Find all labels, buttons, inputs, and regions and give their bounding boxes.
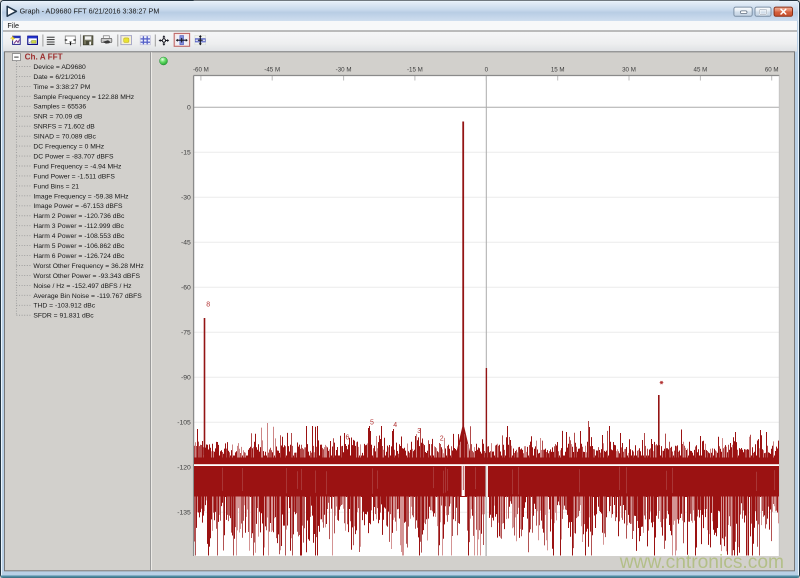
svg-text:Fund Power = -1.511 dBFS: Fund Power = -1.511 dBFS [33,173,115,180]
svg-text:30 M: 30 M [622,67,636,74]
svg-text:0: 0 [187,105,191,112]
svg-text:5: 5 [370,420,374,427]
svg-text:-60: -60 [181,285,191,292]
svg-text:Image Frequency = -59.38 MHz: Image Frequency = -59.38 MHz [33,193,129,200]
svg-text:Time = 3:38:27 PM: Time = 3:38:27 PM [33,84,90,91]
svg-text:8: 8 [206,302,210,309]
svg-text:Worst Other Frequency = 36.28: Worst Other Frequency = 36.28 MHz [33,263,144,270]
svg-text:Harm 2 Power = -120.736 dBc: Harm 2 Power = -120.736 dBc [33,213,125,220]
svg-text:-75: -75 [181,330,191,337]
svg-text:Noise / Hz = -152.497 dBFS / H: Noise / Hz = -152.497 dBFS / Hz [33,283,132,290]
svg-text:Sample Frequency = 122.88 MHz: Sample Frequency = 122.88 MHz [33,94,134,101]
svg-text:-30: -30 [181,195,191,202]
svg-text:6: 6 [346,435,350,442]
svg-text:-135: -135 [177,510,191,517]
svg-text:-45 M: -45 M [264,67,280,74]
svg-text:Harm 6 Power = -126.724 dBc: Harm 6 Power = -126.724 dBc [33,253,125,260]
svg-text:DC Frequency = 0 MHz: DC Frequency = 0 MHz [33,144,104,151]
svg-text:SFDR = 91.831 dBc: SFDR = 91.831 dBc [33,313,94,320]
svg-text:-30 M: -30 M [336,67,352,74]
svg-text:3: 3 [417,428,421,435]
svg-text:Fund Bins = 21: Fund Bins = 21 [33,183,79,190]
svg-text:Harm 3 Power = -112.999 dBc: Harm 3 Power = -112.999 dBc [33,223,124,230]
svg-text:Worst Other Power = -93.343 dB: Worst Other Power = -93.343 dBFS [33,273,140,280]
svg-text:Harm 5 Power = -106.862 dBc: Harm 5 Power = -106.862 dBc [33,243,125,250]
svg-text:Device = AD9680: Device = AD9680 [33,64,86,71]
svg-text:0: 0 [485,67,489,74]
svg-text:60 M: 60 M [765,67,779,74]
svg-text:Image Power = -67.153 dBFS: Image Power = -67.153 dBFS [33,203,123,210]
svg-text:www.cntronics.com: www.cntronics.com [619,552,784,573]
svg-text:-15 M: -15 M [407,67,423,74]
svg-text:Fund Frequency = -4.94 MHz: Fund Frequency = -4.94 MHz [33,163,122,170]
svg-text:THD = -103.912 dBc: THD = -103.912 dBc [33,303,95,310]
svg-text:Ch. A FFT: Ch. A FFT [25,53,63,62]
svg-text:2: 2 [440,436,444,443]
svg-text:Average Bin Noise = -119.767 d: Average Bin Noise = -119.767 dBFS [33,293,142,300]
svg-text:Samples = 65536: Samples = 65536 [33,104,86,111]
svg-text:Date = 6/21/2016: Date = 6/21/2016 [33,74,85,81]
svg-text:File: File [7,21,19,30]
svg-text:SNRFS = 71.602 dB: SNRFS = 71.602 dB [33,124,95,131]
svg-text:45 M: 45 M [694,67,708,74]
svg-text:Graph - AD9680 FFT 6/21/2016 3: Graph - AD9680 FFT 6/21/2016 3:38:27 PM [20,7,160,16]
svg-text:4: 4 [393,422,397,429]
svg-text:-120: -120 [177,465,191,472]
svg-text:DC Power = -83.707 dBFS: DC Power = -83.707 dBFS [33,153,114,160]
svg-text:-15: -15 [181,150,191,157]
svg-text:-60 M: -60 M [193,67,209,74]
svg-text:-90: -90 [181,375,191,382]
svg-text:Harm 4 Power = -108.553 dBc: Harm 4 Power = -108.553 dBc [33,233,125,240]
svg-text:-105: -105 [177,420,191,427]
svg-text:15 M: 15 M [551,67,565,74]
svg-text:SINAD = 70.089 dBc: SINAD = 70.089 dBc [33,134,96,141]
svg-text:SNR = 70.09 dB: SNR = 70.09 dB [33,114,82,121]
svg-text:-45: -45 [181,240,191,247]
